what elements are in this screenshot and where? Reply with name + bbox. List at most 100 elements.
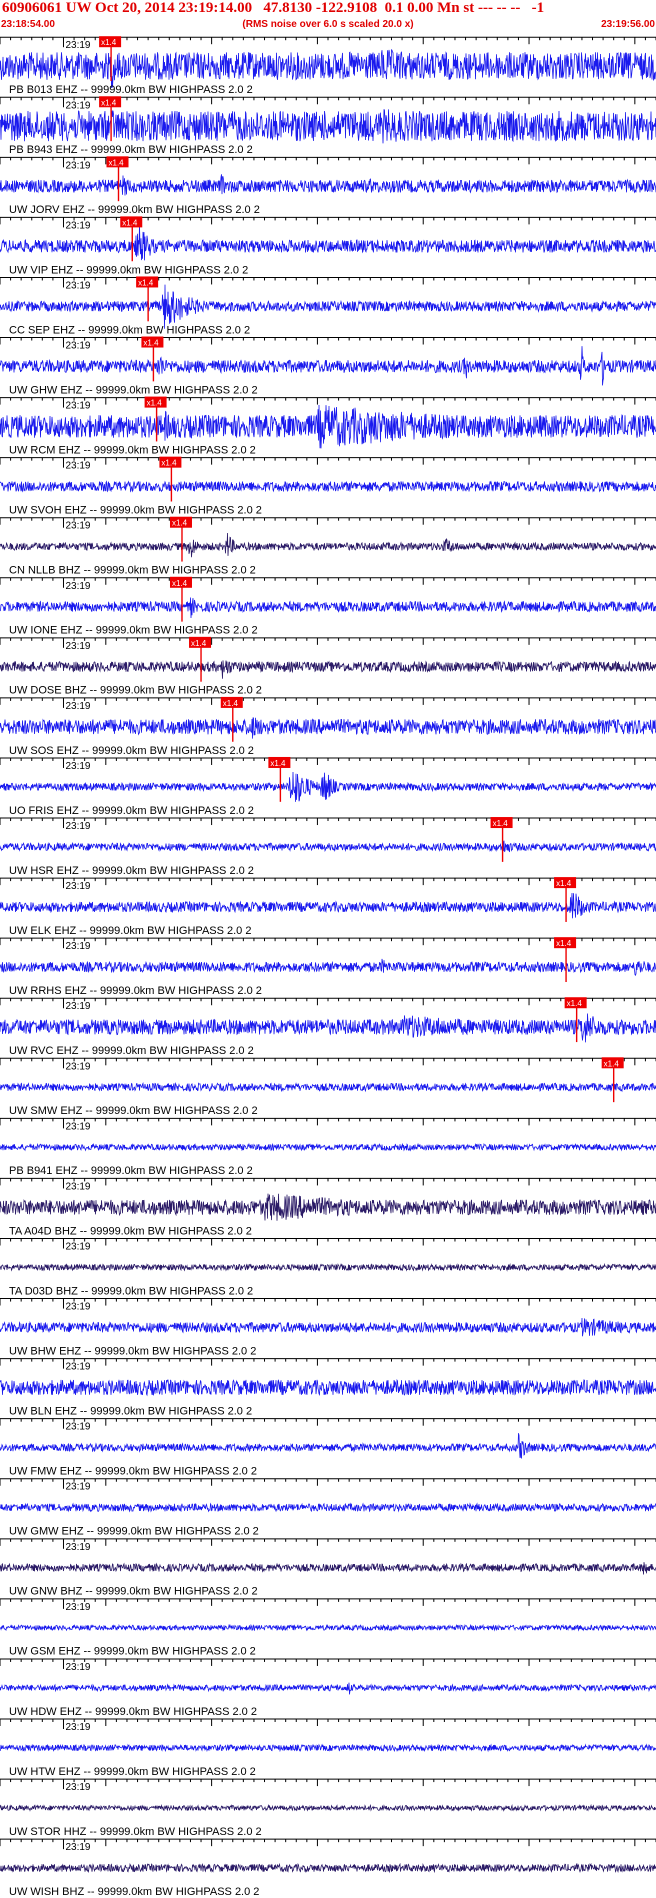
minute-label: 23:19 — [65, 1722, 90, 1733]
pick-label: x1.4 — [604, 1059, 620, 1068]
channel-label: UW GHW EHZ -- 99999.0km BW HIGHPASS 2.0 … — [9, 384, 258, 396]
waveform-trace — [0, 1562, 656, 1575]
channel-label: UW IONE EHZ -- 99999.0km BW HIGHPASS 2.0… — [9, 625, 258, 637]
minute-label: 23:19 — [65, 1422, 90, 1433]
channel-label: UW GSM EHZ -- 99999.0km BW HIGHPASS 2.0 … — [9, 1646, 256, 1658]
waveform-trace — [0, 717, 656, 739]
waveform-trace — [0, 284, 656, 329]
waveform-trace — [0, 346, 656, 386]
channel-label: PB B941 EHZ -- 99999.0km BW HIGHPASS 2.0… — [9, 1165, 253, 1177]
waveform-trace — [0, 1502, 656, 1513]
channel-label: UW BLN EHZ -- 99999.0km BW HIGHPASS 2.0 … — [9, 1405, 252, 1417]
waveform-trace — [0, 840, 656, 853]
waveform-trace — [0, 1193, 656, 1221]
channel-label: UW SOS EHZ -- 99999.0km BW HIGHPASS 2.0 … — [9, 745, 254, 757]
channel-label: UW DOSE BHZ -- 99999.0km BW HIGHPASS 2.0… — [9, 685, 262, 697]
waveform-trace — [0, 1142, 656, 1152]
waveform-trace — [0, 892, 656, 919]
pick-label: x1.4 — [556, 939, 572, 948]
minute-label: 23:19 — [65, 881, 90, 892]
waveform-trace — [0, 597, 656, 619]
channel-label: TA D03D BHZ -- 99999.0km BW HIGHPASS 2.0… — [9, 1285, 253, 1297]
waveform-trace — [0, 109, 656, 144]
pick-label: x1.4 — [172, 579, 188, 588]
minute-label: 23:19 — [65, 1302, 90, 1313]
minute-label: 23:19 — [65, 941, 90, 952]
waveform-trace — [0, 1433, 656, 1459]
channel-label: UW RVC EHZ -- 99999.0km BW HIGHPASS 2.0 … — [9, 1045, 254, 1057]
minute-label: 23:19 — [65, 761, 90, 772]
pick-label: x1.4 — [493, 819, 509, 828]
minute-label: 23:19 — [65, 581, 90, 592]
minute-label: 23:19 — [65, 1001, 90, 1012]
pick-label: x1.4 — [567, 999, 583, 1008]
waveform-trace — [0, 1803, 656, 1812]
waveform-trace — [0, 1682, 656, 1695]
minute-label: 23:19 — [65, 160, 90, 171]
channel-label: UW HTW EHZ -- 99999.0km BW HIGHPASS 2.0 … — [9, 1766, 256, 1778]
channel-label: UW HSR EHZ -- 99999.0km BW HIGHPASS 2.0 … — [9, 865, 254, 877]
pick-label: x1.4 — [109, 158, 125, 167]
minute-label: 23:19 — [65, 1842, 90, 1853]
minute-label: 23:19 — [65, 521, 90, 532]
channel-label: UW GNW BHZ -- 99999.0km BW HIGHPASS 2.0 … — [9, 1586, 258, 1598]
channel-label: CC SEP EHZ -- 99999.0km BW HIGHPASS 2.0 … — [9, 324, 250, 336]
waveform-trace — [0, 225, 656, 261]
channel-label: CN NLLB BHZ -- 99999.0km BW HIGHPASS 2.0… — [9, 565, 256, 577]
waveform-trace — [0, 1623, 656, 1632]
pick-label: x1.4 — [101, 98, 117, 107]
channel-label: UW ELK EHZ -- 99999.0km BW HIGHPASS 2.0 … — [9, 925, 251, 937]
pick-label: x1.4 — [172, 519, 188, 528]
channel-label: PB B013 EHZ -- 99999.0km BW HIGHPASS 2.0… — [9, 84, 253, 96]
waveform-trace — [0, 771, 656, 802]
pick-label: x1.4 — [122, 218, 138, 227]
channel-label: UW HDW EHZ -- 99999.0km BW HIGHPASS 2.0 … — [9, 1706, 257, 1718]
channel-label: UW JORV EHZ -- 99999.0km BW HIGHPASS 2.0… — [9, 204, 260, 216]
channel-label: UW STOR HHZ -- 99999.0km BW HIGHPASS 2.0… — [9, 1826, 262, 1838]
minute-label: 23:19 — [65, 1241, 90, 1252]
plot-header: 60906061 UW Oct 20, 2014 23:19:14.00 47.… — [0, 0, 656, 36]
pick-label: x1.4 — [143, 339, 159, 348]
waveform-trace — [0, 1013, 656, 1043]
pick-label: x1.4 — [161, 459, 177, 468]
minute-label: 23:19 — [65, 1181, 90, 1192]
pick-label: x1.4 — [270, 759, 286, 768]
rms-note: (RMS noise over 6.0 s scaled 20.0 x) — [242, 19, 414, 30]
waveform-trace — [0, 480, 656, 493]
channel-label: UO FRIS EHZ -- 99999.0km BW HIGHPASS 2.0… — [9, 805, 254, 817]
waveform-trace — [0, 48, 656, 89]
minute-label: 23:19 — [65, 1782, 90, 1793]
waveform-trace — [0, 532, 656, 558]
channel-label: UW RCM EHZ -- 99999.0km BW HIGHPASS 2.0 … — [9, 444, 256, 456]
channel-label: UW BHW EHZ -- 99999.0km BW HIGHPASS 2.0 … — [9, 1345, 256, 1357]
waveform-trace — [0, 1743, 656, 1753]
minute-label: 23:19 — [65, 40, 90, 51]
channel-label: UW GMW EHZ -- 99999.0km BW HIGHPASS 2.0 … — [9, 1526, 259, 1538]
minute-label: 23:19 — [65, 280, 90, 291]
channel-label: TA A04D BHZ -- 99999.0km BW HIGHPASS 2.0… — [9, 1225, 252, 1237]
pick-label: x1.4 — [147, 399, 163, 408]
channel-label: UW WISH BHZ -- 99999.0km BW HIGHPASS 2.0… — [9, 1886, 259, 1898]
waveform-trace — [0, 404, 656, 449]
minute-label: 23:19 — [65, 1542, 90, 1553]
minute-label: 23:19 — [65, 821, 90, 832]
minute-label: 23:19 — [65, 1061, 90, 1072]
waveform-trace — [0, 958, 656, 976]
minute-label: 23:19 — [65, 220, 90, 231]
minute-label: 23:19 — [65, 1121, 90, 1132]
pick-label: x1.4 — [138, 278, 154, 287]
minute-label: 23:19 — [65, 401, 90, 412]
event-title: 60906061 UW Oct 20, 2014 23:19:14.00 47.… — [2, 0, 545, 16]
channel-label: UW SVOH EHZ -- 99999.0km BW HIGHPASS 2.0… — [9, 505, 262, 517]
minute-label: 23:19 — [65, 641, 90, 652]
end-time: 23:19:56.00 — [601, 19, 655, 30]
waveform-trace — [0, 1262, 656, 1272]
waveform-trace — [0, 1379, 656, 1397]
minute-label: 23:19 — [65, 701, 90, 712]
minute-label: 23:19 — [65, 1362, 90, 1373]
channel-label: UW FMW EHZ -- 99999.0km BW HIGHPASS 2.0 … — [9, 1466, 257, 1478]
channel-label: PB B943 EHZ -- 99999.0km BW HIGHPASS 2.0… — [9, 144, 253, 156]
minute-label: 23:19 — [65, 1662, 90, 1673]
seismogram-plot: 23:19 x1.4 PB B013 EHZ -- 99999.0km BW HIG… — [0, 36, 656, 1898]
minute-label: 23:19 — [65, 100, 90, 111]
